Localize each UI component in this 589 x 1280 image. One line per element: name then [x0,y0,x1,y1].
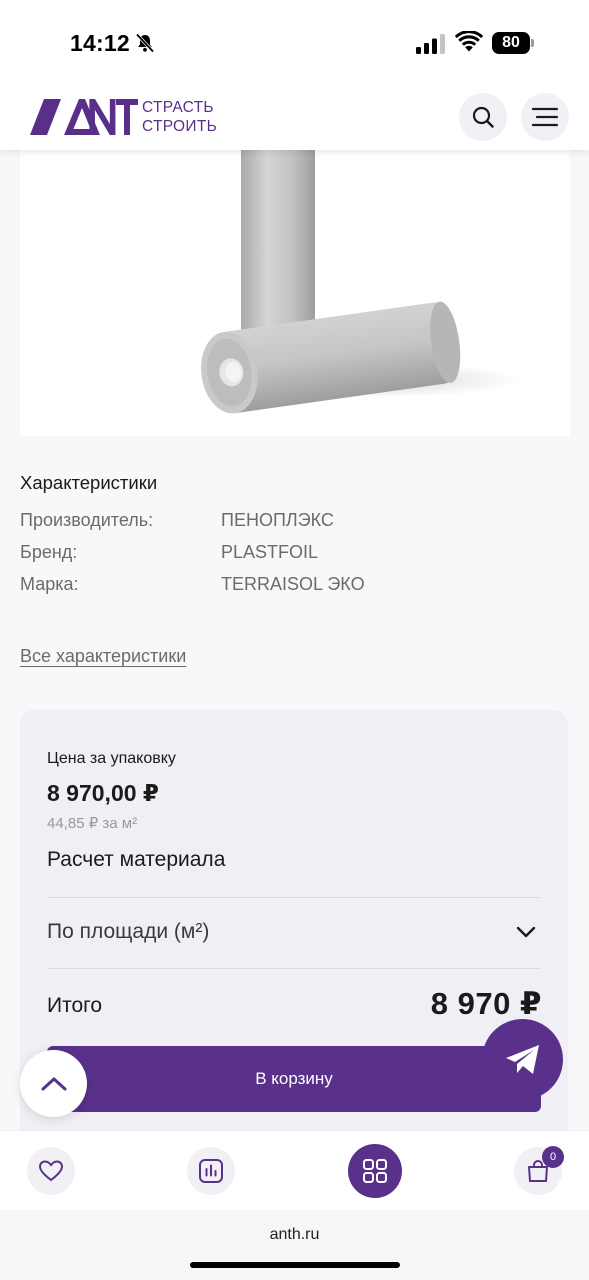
hamburger-menu-icon [531,107,559,127]
total-value: 8 970 ₽ [430,986,542,1021]
spec-label: Производитель: [20,510,154,530]
spec-row-manufacturer: Производитель: ПЕНОПЛЭКС [20,510,580,536]
bottom-nav [0,1130,589,1210]
total-label: Итого [47,994,103,1017]
nav-catalog[interactable] [348,1144,402,1198]
battery-level: 80 [492,32,530,54]
battery-indicator: 80 [492,32,534,54]
scroll-to-top-button[interactable] [20,1050,87,1117]
site-logo[interactable]: СТРАСТЬ СТРОИТЬ [30,98,220,136]
search-button[interactable] [459,93,507,141]
compare-chart-icon [199,1159,223,1183]
cellular-signal-icon [416,34,445,54]
divider [47,968,541,969]
spec-row-brand: Бренд: PLASTFOIL [20,542,580,568]
calc-mode-value: По площади (м²) [47,920,210,943]
telegram-button[interactable] [482,1019,563,1100]
all-specs-link[interactable]: Все характеристики [20,646,186,667]
ant-logo-mark [30,99,138,135]
add-to-cart-button[interactable]: В корзину [47,1046,541,1112]
chevron-down-icon [516,926,536,938]
spec-label: Марка: [20,574,79,594]
battery-tip [531,39,534,47]
price-label: Цена за упаковку [47,750,176,767]
spec-value: TERRAISOL ЭКО [221,574,365,594]
main-content: Характеристики Производитель: ПЕНОПЛЭКС … [0,150,589,1130]
grid-catalog-icon [363,1159,387,1183]
specs-title: Характеристики [20,472,158,493]
product-image [20,150,570,436]
chevron-up-icon [41,1077,66,1090]
browser-bar: anth.ru [0,1210,589,1280]
search-icon [472,106,494,128]
nav-favorites[interactable] [27,1147,75,1195]
spec-value: ПЕНОПЛЭКС [221,510,334,530]
bell-muted-icon [135,33,155,53]
tagline-line-2: СТРОИТЬ [142,118,218,135]
wifi-icon [455,31,483,52]
heart-icon [38,1160,64,1182]
membrane-rolls-image [201,150,520,414]
price-per-unit: 44,85 ₽ за м² [47,815,138,832]
tagline-line-1: СТРАСТЬ [142,99,214,116]
paper-plane-icon [505,1044,539,1074]
home-indicator[interactable] [190,1262,400,1268]
site-header: СТРАСТЬ СТРОИТЬ [0,84,589,150]
logo-tagline: СТРАСТЬ СТРОИТЬ [142,98,217,136]
nav-compare[interactable] [187,1147,235,1195]
menu-button[interactable] [521,93,569,141]
package-price: 8 970,00 ₽ [47,780,159,806]
status-time: 14:12 [70,30,130,56]
status-bar: 14:12 80 [0,0,589,84]
cart-count-badge: 0 [542,1146,564,1168]
calc-title: Расчет материала [47,848,226,871]
spec-value: PLASTFOIL [221,542,319,562]
browser-url[interactable]: anth.ru [0,1226,589,1244]
calc-mode-select[interactable]: По площади (м²) [47,898,541,968]
spec-label: Бренд: [20,542,78,562]
spec-row-model: Марка: TERRAISOL ЭКО [20,574,580,600]
